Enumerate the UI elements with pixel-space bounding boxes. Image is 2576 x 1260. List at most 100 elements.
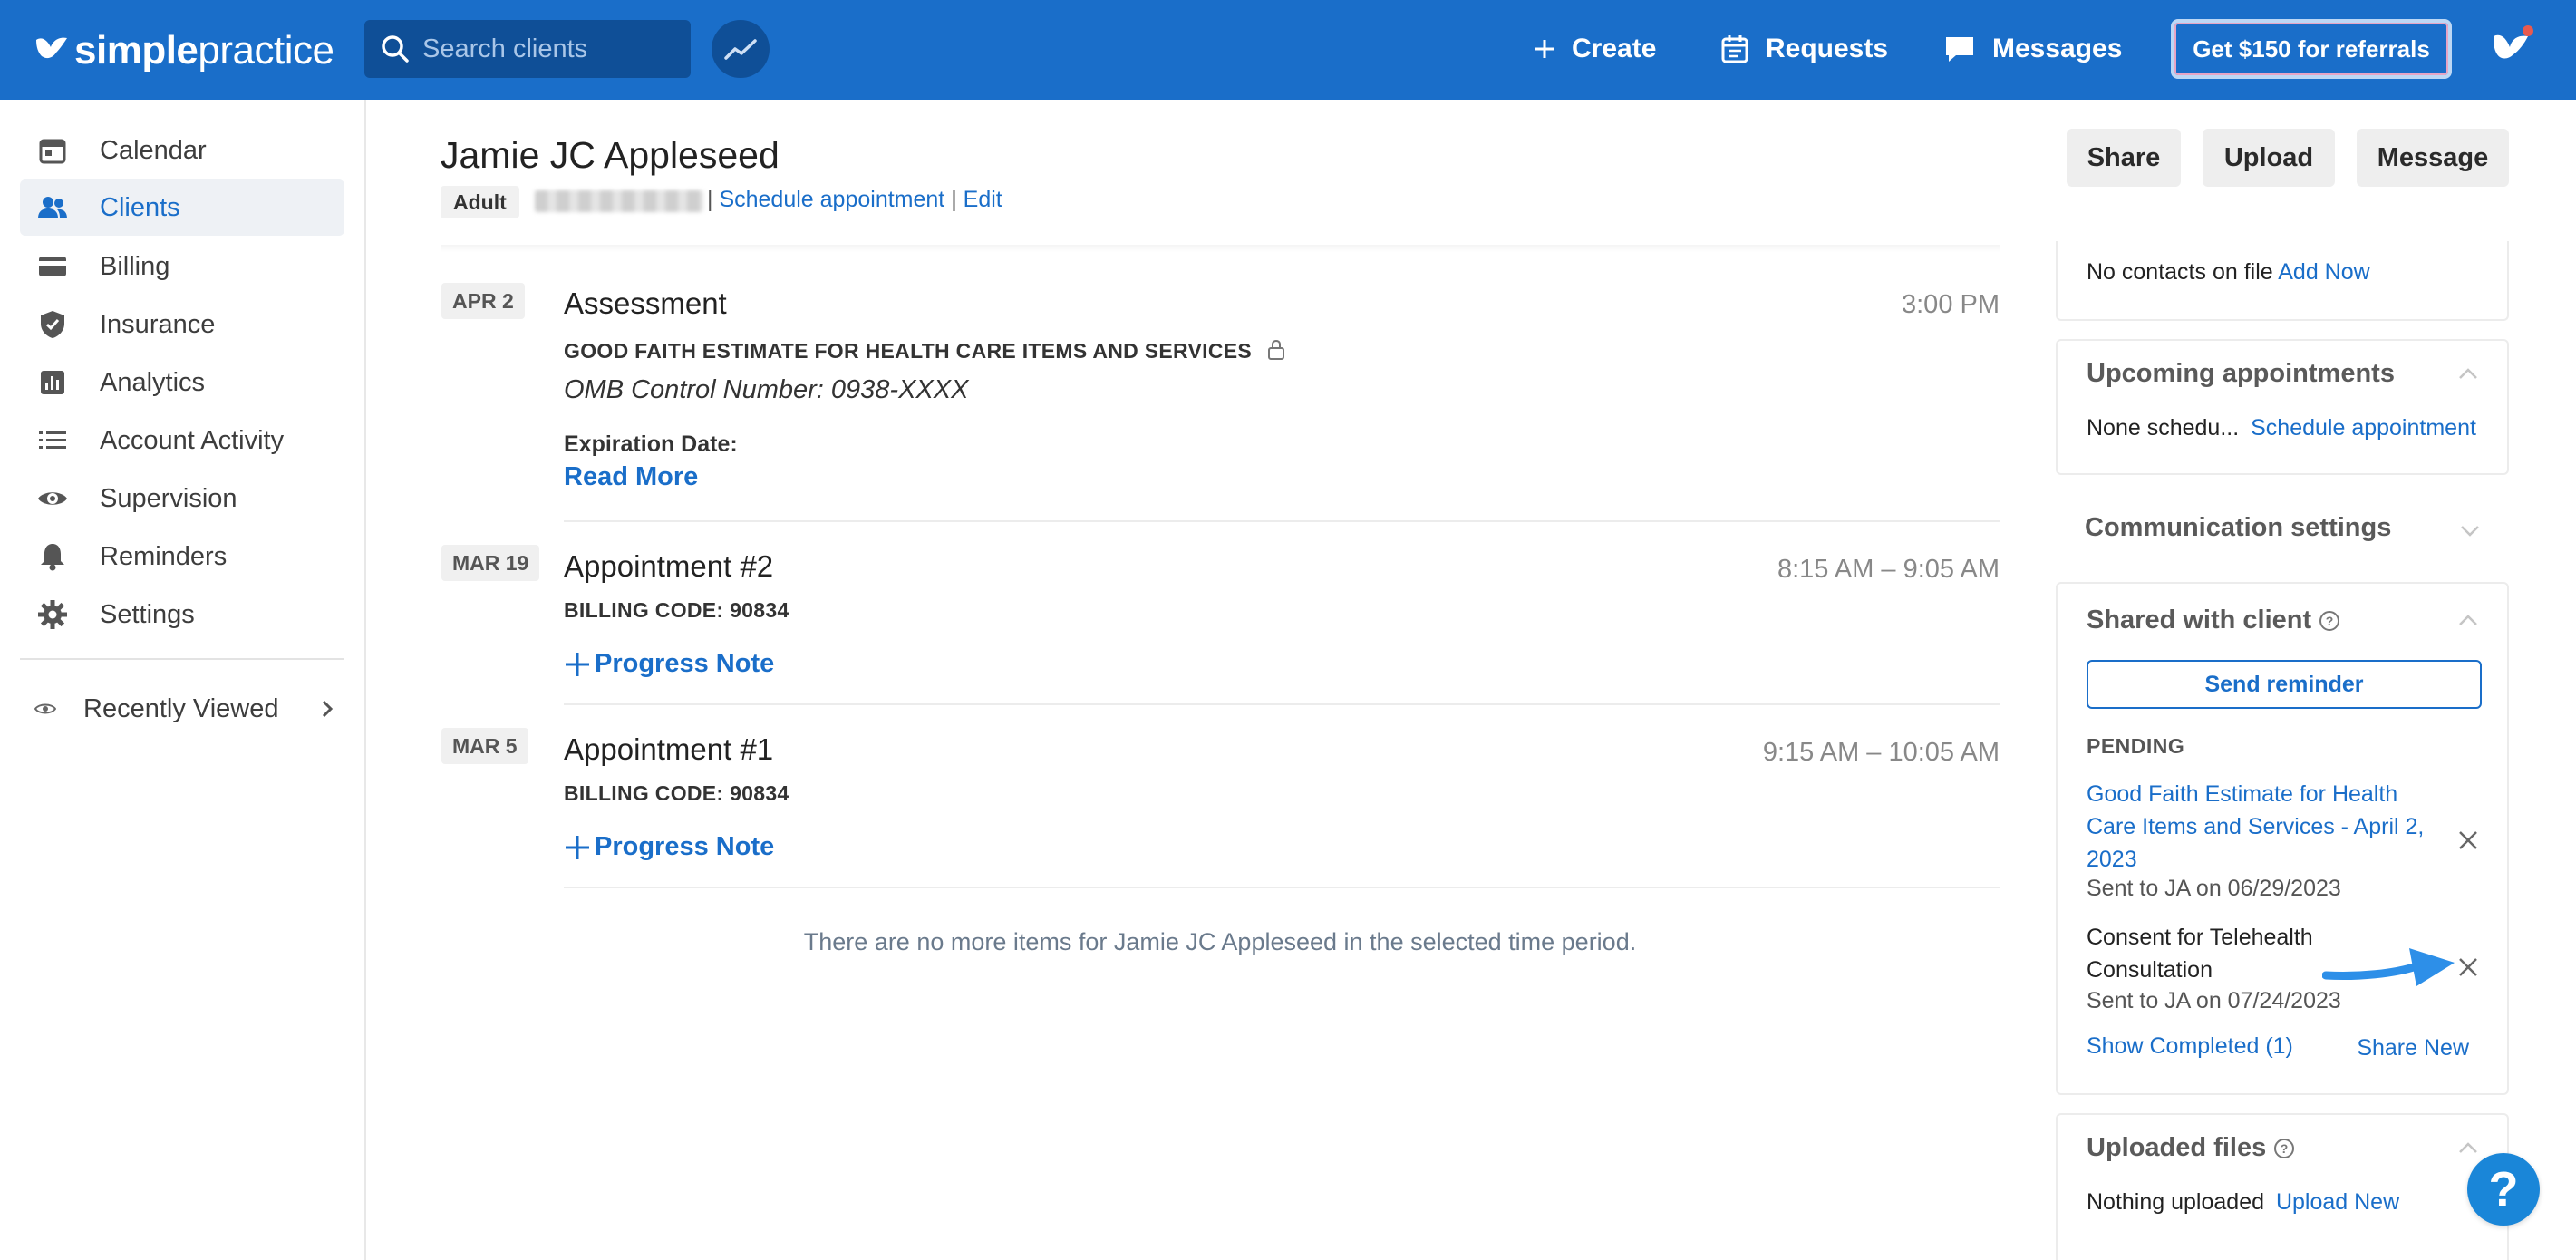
add-progress-note-link[interactable]: Progress Note (564, 649, 774, 679)
read-more-link[interactable]: Read More (564, 462, 698, 492)
shared-with-client-card: Shared with client ? Send reminder PENDI… (2056, 582, 2509, 1095)
help-button[interactable]: ? (2467, 1153, 2540, 1226)
referral-button[interactable]: Get $150 for referrals (2171, 19, 2452, 79)
help-circle-icon[interactable]: ? (2319, 610, 2340, 632)
referral-label: Get $150 for referrals (2193, 34, 2430, 63)
list-icon (36, 424, 69, 457)
nothing-uploaded-text: Nothing uploaded (2087, 1189, 2264, 1215)
eye-icon (36, 482, 69, 515)
date-tag: APR 2 (441, 283, 525, 319)
requests-label: Requests (1766, 34, 1889, 63)
sidebar-item-supervision[interactable]: Supervision (20, 470, 344, 527)
item-divider (564, 887, 2000, 888)
shield-icon (36, 308, 69, 341)
trend-line-icon (724, 39, 757, 60)
annotation-arrow-icon (2322, 948, 2455, 986)
sidebar-item-calendar[interactable]: Calendar (20, 122, 344, 179)
add-progress-note-link[interactable]: Progress Note (564, 832, 774, 862)
upload-button[interactable]: Upload (2203, 129, 2335, 187)
sidebar-item-clients[interactable]: Clients (20, 179, 344, 236)
send-reminder-button[interactable]: Send reminder (2087, 660, 2482, 709)
gear-icon (36, 598, 69, 631)
date-tag: MAR 19 (441, 545, 540, 581)
simplepractice-logo[interactable]: simple practice (33, 24, 334, 78)
sidebar-item-account-activity[interactable]: Account Activity (20, 412, 344, 469)
recently-viewed-toggle[interactable]: Recently Viewed (34, 682, 334, 736)
uploaded-files-title: Uploaded files (2087, 1133, 2267, 1162)
contacts-text: No contacts on file Add Now (2087, 259, 2370, 286)
top-navigation-bar: simplepractice Create Requests (0, 0, 2576, 100)
requests-button[interactable]: Requests (1720, 25, 1888, 73)
item-title[interactable]: Assessment (564, 286, 727, 321)
add-contact-link[interactable]: Add Now (2278, 259, 2369, 285)
contacts-empty-text: No contacts on file (2087, 259, 2273, 285)
client-meta-links: | Schedule appointment | Edit (707, 187, 1002, 213)
progress-note-label: Progress Note (595, 832, 775, 861)
close-icon[interactable] (2456, 955, 2480, 979)
client-search[interactable] (364, 20, 691, 78)
search-input[interactable] (422, 34, 676, 64)
pending-document-link[interactable]: Good Faith Estimate for Health Care Item… (2087, 778, 2440, 876)
chevron-up-icon[interactable] (2456, 363, 2480, 386)
sidebar-item-label: Supervision (100, 483, 237, 513)
redacted-birthdate (535, 190, 703, 212)
item-divider (564, 520, 2000, 522)
sidebar-item-label: Clients (100, 192, 180, 222)
separator: | (707, 187, 713, 212)
item-title[interactable]: Appointment #2 (564, 549, 773, 584)
sidebar-item-analytics[interactable]: Analytics (20, 354, 344, 411)
chevron-right-icon (322, 700, 334, 718)
bell-icon (36, 540, 69, 573)
close-icon[interactable] (2456, 829, 2480, 852)
client-name-heading: Jamie JC Appleseed (441, 134, 780, 176)
upcoming-appointments-title[interactable]: Upcoming appointments (2087, 359, 2395, 389)
item-time: 9:15 AM – 10:05 AM (1762, 738, 2000, 767)
share-button[interactable]: Share (2067, 129, 2181, 187)
shared-with-client-title: Shared with client (2087, 606, 2312, 635)
lock-icon (1267, 339, 1284, 360)
client-age-tag: Adult (441, 186, 519, 218)
calendar-request-icon (1721, 35, 1748, 63)
billing-code: BILLING CODE: 90834 (564, 598, 789, 622)
pending-title-line: Consent for Telehealth (2087, 925, 2313, 950)
message-button[interactable]: Message (2357, 129, 2509, 187)
item-title[interactable]: Appointment #1 (564, 732, 773, 767)
edit-client-link[interactable]: Edit (964, 187, 1002, 212)
schedule-appointment-link[interactable]: Schedule appointment (2251, 415, 2476, 441)
sidebar-item-insurance[interactable]: Insurance (20, 296, 344, 353)
upload-new-link[interactable]: Upload New (2276, 1189, 2399, 1215)
chevron-up-icon[interactable] (2456, 609, 2480, 633)
billing-icon (36, 250, 69, 283)
plus-icon (566, 652, 589, 676)
help-circle-icon[interactable]: ? (2273, 1138, 2295, 1159)
share-new-link[interactable]: Share New (2357, 1035, 2469, 1061)
contacts-card: No contacts on file Add Now (2056, 241, 2509, 321)
pending-title-line: Care Items and Services - April 2, (2087, 814, 2425, 839)
sidebar-item-reminders[interactable]: Reminders (20, 528, 344, 585)
sidebar-item-label: Analytics (100, 367, 206, 397)
sidebar-divider (20, 658, 344, 660)
svg-text:?: ? (2326, 614, 2334, 628)
communication-settings-card[interactable]: Communication settings (2056, 491, 2509, 564)
sidebar-item-settings[interactable]: Settings (20, 586, 344, 643)
calendar-icon (36, 134, 69, 167)
account-menu-icon[interactable] (2488, 24, 2537, 73)
pending-title-line: Good Faith Estimate for Health (2087, 781, 2398, 807)
logo-text-bold: simple (74, 28, 199, 73)
uploaded-files-card: Uploaded files ? Nothing uploaded Upload… (2056, 1113, 2509, 1260)
messages-button[interactable]: Messages (1943, 25, 2122, 73)
billing-code: BILLING CODE: 90834 (564, 781, 789, 805)
schedule-appointment-link[interactable]: Schedule appointment (719, 187, 944, 212)
expiration-date-label: Expiration Date: (564, 431, 738, 457)
plus-icon (1535, 40, 1554, 58)
chevron-up-icon[interactable] (2456, 1137, 2480, 1160)
item-subtitle: GOOD FAITH ESTIMATE FOR HEALTH CARE ITEM… (564, 339, 1285, 363)
communication-settings-title[interactable]: Communication settings (2085, 513, 2391, 543)
pending-sent-date: Sent to JA on 06/29/2023 (2087, 876, 2341, 901)
insights-button[interactable] (712, 20, 770, 78)
pending-sent-date: Sent to JA on 07/24/2023 (2087, 988, 2341, 1013)
chevron-down-icon[interactable] (2458, 519, 2482, 542)
create-button[interactable]: Create (1534, 25, 1656, 73)
sidebar-item-billing[interactable]: Billing (20, 238, 344, 295)
show-completed-link[interactable]: Show Completed (1) (2087, 1033, 2293, 1060)
